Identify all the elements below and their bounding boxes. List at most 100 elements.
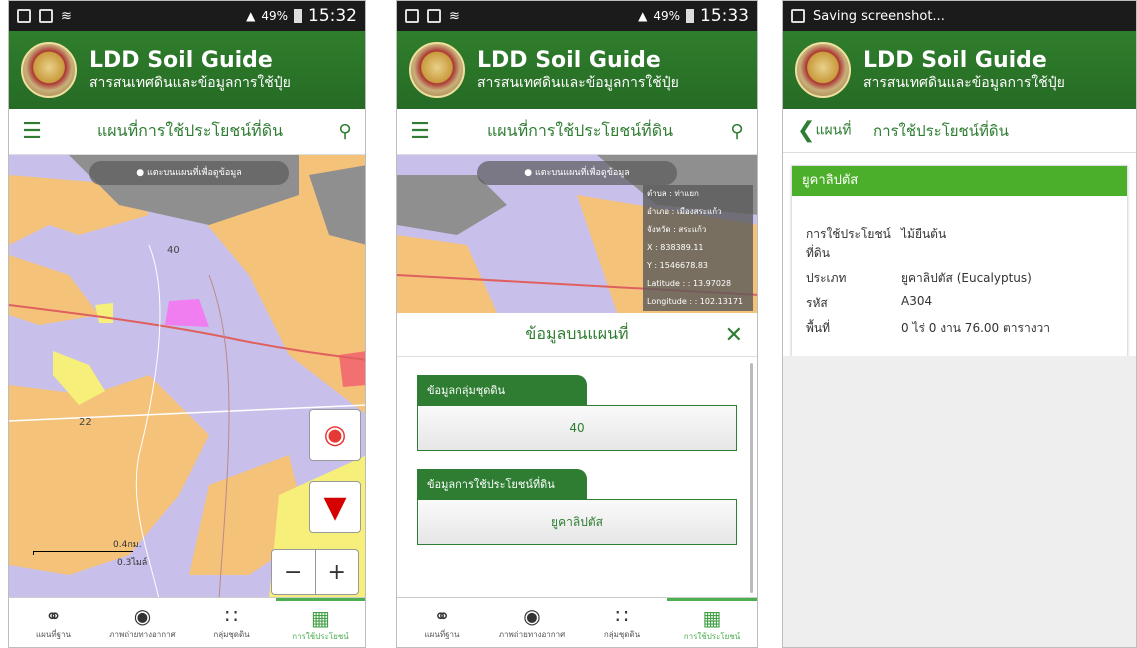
- earth-icon: ◉: [133, 604, 152, 628]
- scrollbar[interactable]: [750, 363, 753, 593]
- globe-grid-icon: ⚭: [433, 604, 451, 628]
- row-key: พื้นที่: [806, 321, 831, 335]
- row-key: ประเภท: [806, 271, 847, 285]
- soil-group-card: ข้อมูลกลุ่มชุดดิน 40: [417, 375, 737, 451]
- app-title: LDD Soil Guide: [89, 48, 273, 73]
- screenshot-icon: [39, 9, 53, 23]
- google-maps-button[interactable]: ◉: [309, 409, 361, 461]
- app-subtitle: สารสนเทศดินและข้อมูลการใช้ปุ๋ย: [89, 75, 291, 91]
- app-header: LDD Soil Guide สารสนเทศดินและข้อมูลการใช…: [9, 31, 365, 109]
- land-use-value[interactable]: ยูคาลิปตัส: [417, 499, 737, 545]
- tab-label: แผนที่ฐาน: [424, 630, 460, 639]
- app-header: LDD Soil Guide สารสนเทศดินและข้อมูลการใช…: [783, 31, 1136, 109]
- battery-icon: [686, 9, 694, 23]
- row-value: ไม้ยืนต้น: [901, 227, 947, 241]
- detail-table: การใช้ประโยชน์ที่ดิน ไม้ยืนต้น ประเภท ยูคา…: [806, 222, 1050, 341]
- table-row: การใช้ประโยชน์ที่ดิน ไม้ยืนต้น: [806, 222, 1050, 266]
- screenshot-icon: [427, 9, 441, 23]
- scale-mi: 0.3ไมล์: [117, 558, 148, 568]
- table-row: ประเภท ยูคาลิปตัส (Eucalyptus): [806, 266, 1050, 291]
- signal-icon: ▲: [638, 9, 648, 23]
- table-row: รหัส A304: [806, 291, 1050, 316]
- map-label: 40: [167, 245, 180, 256]
- bottom-tab-bar: ⚭ แผนที่ฐาน ◉ ภาพถ่ายทางอากาศ ∷ กลุ่มชุดดิน…: [397, 597, 757, 647]
- battery-percent: 49%: [261, 9, 288, 23]
- zoom-out-button[interactable]: −: [272, 550, 316, 594]
- phone-screen-map: ≋ ▲ 49% 15:32 LDD Soil Guide สารสนเทศดิน…: [8, 0, 366, 648]
- info-subdistrict: ตำบล : ท่าแยก: [647, 189, 699, 198]
- info-province: จังหวัด : สระแก้ว: [647, 225, 707, 234]
- tab-aerial-photo[interactable]: ◉ ภาพถ่ายทางอากาศ: [98, 598, 187, 647]
- detail-toolbar: ❮แผนที่ การใช้ประโยชน์ที่ดิน: [783, 109, 1136, 153]
- dots-grid-icon: ∷: [615, 604, 629, 628]
- status-bar: Saving screenshot...: [783, 1, 1136, 31]
- map-pin-icon: ▼: [323, 489, 347, 525]
- status-bar: ≋ ▲ 49% 15:33: [397, 1, 757, 31]
- tab-label: การใช้ประโยชน์: [683, 631, 741, 641]
- clock: 15:33: [700, 6, 749, 26]
- toolbar-title: แผนที่การใช้ประโยชน์ที่ดิน: [486, 121, 674, 140]
- soil-group-label: ข้อมูลกลุ่มชุดดิน: [417, 375, 587, 405]
- tab-label: ภาพถ่ายทางอากาศ: [109, 630, 176, 639]
- battery-percent: 49%: [653, 9, 680, 23]
- grid-table-icon: ▦: [702, 605, 722, 630]
- dots-grid-icon: ∷: [225, 604, 238, 628]
- empty-area: [783, 356, 1136, 647]
- hamburger-menu-icon[interactable]: ☰: [9, 119, 55, 144]
- sheet-header: ข้อมูลบนแผนที่ ✕: [397, 313, 757, 357]
- info-y: Y : 1546678.83: [647, 261, 709, 270]
- status-bar: ≋ ▲ 49% 15:32: [9, 1, 365, 31]
- row-value: A304: [901, 294, 933, 308]
- signal-icon: ▲: [246, 9, 256, 23]
- app-title: LDD Soil Guide: [863, 48, 1047, 73]
- ldd-logo: [21, 42, 77, 98]
- phone-screen-land-use-detail: Saving screenshot... LDD Soil Guide สารส…: [782, 0, 1137, 648]
- map-info-sheet: ข้อมูลบนแผนที่ ✕ ข้อมูลกลุ่มชุดดิน 40 ข้…: [397, 313, 757, 597]
- close-icon[interactable]: ✕: [725, 323, 743, 348]
- land-use-map[interactable]: ● แตะบนแผนที่เพื่อดูข้อมูล 40 22 ◉ ▼ 0.4…: [9, 155, 365, 599]
- tab-soil-group[interactable]: ∷ กลุ่มชุดดิน: [187, 598, 276, 647]
- tab-base-map[interactable]: ⚭ แผนที่ฐาน: [397, 598, 487, 647]
- tab-base-map[interactable]: ⚭ แผนที่ฐาน: [9, 598, 98, 647]
- page-title: การใช้ประโยชน์ที่ดิน: [873, 121, 1009, 140]
- table-row: พื้นที่ 0 ไร่ 0 งาน 76.00 ตารางวา: [806, 316, 1050, 341]
- map-hint: ● แตะบนแผนที่เพื่อดูข้อมูล: [477, 161, 677, 185]
- land-use-card: ข้อมูลการใช้ประโยชน์ที่ดิน ยูคาลิปตัส: [417, 469, 737, 545]
- tab-land-use[interactable]: ▦ การใช้ประโยชน์: [667, 598, 757, 647]
- back-label: แผนที่: [815, 122, 852, 139]
- search-icon[interactable]: ⚲: [717, 121, 757, 142]
- app-title: LDD Soil Guide: [477, 48, 661, 73]
- land-use-map[interactable]: ● แตะบนแผนที่เพื่อดูข้อมูล ตำบล : ท่าแยก…: [397, 155, 757, 313]
- tab-land-use[interactable]: ▦ การใช้ประโยชน์: [276, 598, 365, 647]
- phone-screen-map-info: ≋ ▲ 49% 15:33 LDD Soil Guide สารสนเทศดิน…: [396, 0, 758, 648]
- hamburger-menu-icon[interactable]: ☰: [397, 119, 443, 144]
- zoom-in-button[interactable]: +: [316, 550, 359, 594]
- location-pin-button[interactable]: ▼: [309, 481, 361, 533]
- map-scale: 0.4กม. 0.3ไมล์: [33, 537, 147, 569]
- land-use-label: ข้อมูลการใช้ประโยชน์ที่ดิน: [417, 469, 587, 499]
- toolbar: ☰ แผนที่การใช้ประโยชน์ที่ดิน ⚲: [9, 109, 365, 155]
- tab-aerial-photo[interactable]: ◉ ภาพถ่ายทางอากาศ: [487, 598, 577, 647]
- map-hint: ● แตะบนแผนที่เพื่อดูข้อมูล: [89, 161, 289, 185]
- app-subtitle: สารสนเทศดินและข้อมูลการใช้ปุ๋ย: [477, 75, 679, 91]
- screenshot-icon: [791, 9, 805, 23]
- globe-grid-icon: ⚭: [45, 604, 62, 628]
- back-button[interactable]: ❮แผนที่: [783, 118, 873, 143]
- sheet-title: ข้อมูลบนแผนที่: [525, 324, 629, 343]
- gallery-icon: [17, 9, 31, 23]
- card-header: ยูคาลิปตัส: [792, 166, 1127, 196]
- toolbar-title: แผนที่การใช้ประโยชน์ที่ดิน: [96, 121, 284, 140]
- earth-icon: ◉: [523, 604, 541, 628]
- soil-group-value[interactable]: 40: [417, 405, 737, 451]
- zoom-control: − +: [271, 549, 359, 595]
- info-district: อำเภอ : เมืองสระแก้ว: [647, 207, 722, 216]
- grid-table-icon: ▦: [311, 605, 330, 630]
- tab-label: การใช้ประโยชน์: [292, 631, 349, 641]
- tab-label: กลุ่มชุดดิน: [213, 630, 250, 639]
- search-icon[interactable]: ⚲: [325, 121, 365, 142]
- ldd-logo: [409, 42, 465, 98]
- tab-label: กลุ่มชุดดิน: [603, 630, 641, 639]
- status-message: Saving screenshot...: [813, 8, 945, 24]
- tab-soil-group[interactable]: ∷ กลุ่มชุดดิน: [577, 598, 667, 647]
- toolbar: ☰ แผนที่การใช้ประโยชน์ที่ดิน ⚲: [397, 109, 757, 155]
